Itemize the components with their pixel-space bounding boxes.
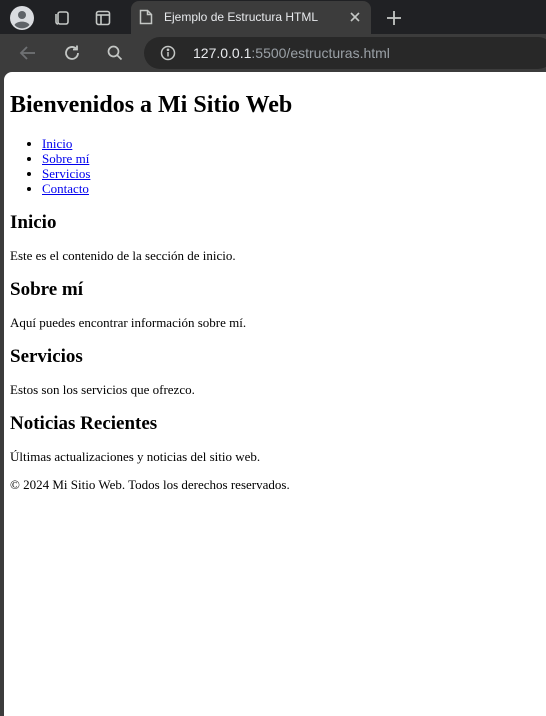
tab-strip: Ejemplo de Estructura HTML (0, 0, 546, 34)
url-host: 127.0.0.1 (193, 45, 252, 61)
section-text: Este es el contenido de la sección de in… (10, 248, 236, 263)
new-tab-icon[interactable] (381, 5, 407, 31)
profile-avatar-icon[interactable] (9, 5, 35, 31)
url-text[interactable]: 127.0.0.1:5500/estructuras.html (193, 45, 390, 61)
nav-list: Inicio Sobre mí Servicios Contacto (10, 136, 540, 196)
section-title: Noticias Recientes (10, 413, 158, 434)
reload-icon[interactable] (60, 41, 84, 65)
address-bar[interactable]: 127.0.0.1:5500/estructuras.html (144, 37, 546, 69)
nav-item-inicio: Inicio (42, 136, 540, 151)
nav-item-servicios: Servicios (42, 166, 540, 181)
tab-search-icon[interactable] (90, 5, 116, 31)
footer-text: © 2024 Mi Sitio Web. Todos los derechos … (10, 477, 290, 492)
url-path: :5500/estructuras.html (251, 45, 390, 61)
section-sobre-mi: Sobre mí Aquí puedes encontrar informaci… (10, 279, 540, 330)
page-body: Bienvenidos a Mi Sitio Web Inicio Sobre … (4, 91, 546, 492)
section-text: Estos son los servicios que ofrezco. (10, 382, 195, 397)
nav-item-contacto: Contacto (42, 181, 540, 196)
nav-link-contacto[interactable]: Contacto (42, 181, 89, 196)
section-inicio: Inicio Este es el contenido de la secció… (10, 212, 540, 263)
section-text: Aquí puedes encontrar información sobre … (10, 315, 247, 330)
section-title: Servicios (10, 346, 83, 367)
page-heading: Bienvenidos a Mi Sitio Web (10, 92, 293, 118)
tab-groups-icon[interactable] (49, 5, 75, 31)
browser-toolbar: 127.0.0.1:5500/estructuras.html (0, 34, 546, 72)
tab-active[interactable]: Ejemplo de Estructura HTML (131, 1, 371, 34)
page-favicon-icon (139, 9, 153, 30)
section-text: Últimas actualizaciones y noticias del s… (10, 449, 261, 464)
site-nav: Inicio Sobre mí Servicios Contacto (10, 136, 540, 196)
tab-title: Ejemplo de Estructura HTML (164, 10, 319, 24)
site-info-icon[interactable] (160, 45, 176, 66)
nav-link-servicios[interactable]: Servicios (42, 166, 90, 181)
back-arrow-icon[interactable] (16, 41, 40, 65)
page-footer: © 2024 Mi Sitio Web. Todos los derechos … (10, 477, 540, 492)
search-icon[interactable] (103, 41, 127, 65)
page-viewport: Bienvenidos a Mi Sitio Web Inicio Sobre … (4, 72, 546, 716)
nav-item-sobre-mi: Sobre mí (42, 151, 540, 166)
section-title: Inicio (10, 212, 57, 233)
section-noticias: Noticias Recientes Últimas actualizacion… (10, 413, 540, 464)
close-tab-icon[interactable] (347, 9, 363, 30)
section-title: Sobre mí (10, 279, 84, 300)
nav-link-sobre-mi[interactable]: Sobre mí (42, 151, 89, 166)
nav-link-inicio[interactable]: Inicio (42, 136, 72, 151)
section-servicios: Servicios Estos son los servicios que of… (10, 346, 540, 397)
